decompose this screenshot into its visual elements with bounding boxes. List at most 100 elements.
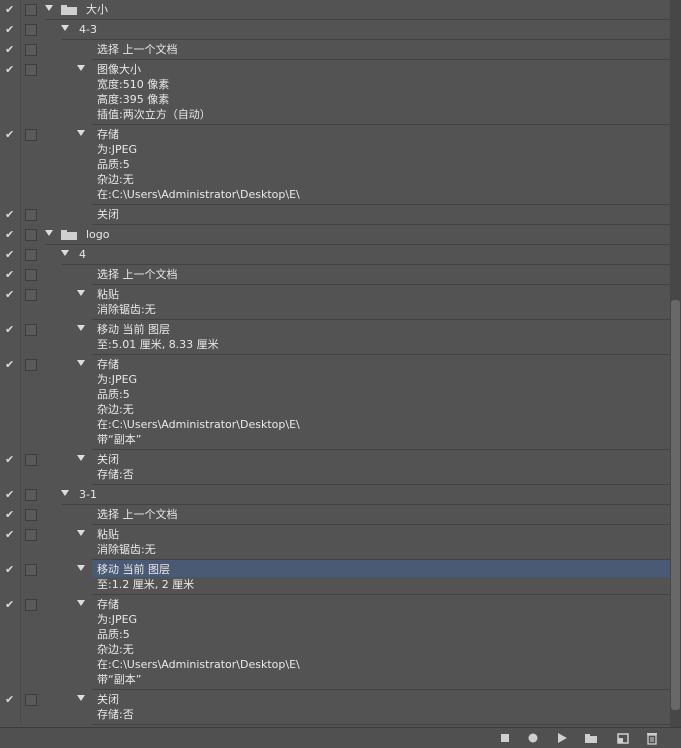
toggle-dialog-box[interactable] <box>25 209 37 221</box>
action-set-row[interactable]: ✔ 大小 <box>0 0 670 20</box>
toggle-dialog-box[interactable] <box>25 64 37 76</box>
toggle-item-checkmark-icon[interactable]: ✔ <box>5 249 14 261</box>
expand-triangle-icon[interactable] <box>77 600 85 606</box>
action-row[interactable]: ✔ 3-1 <box>0 485 670 505</box>
command-detail: 消除锯齿:无 <box>97 303 156 316</box>
stop-recording-button[interactable] <box>498 731 512 745</box>
toggle-dialog-box[interactable] <box>25 489 37 501</box>
command-row[interactable]: ✔ 存储 为:JPEG 品质:5 杂边:无 在:C:\Users\Administrato… <box>0 595 670 690</box>
toggle-dialog-box[interactable] <box>25 509 37 521</box>
toggle-item-checkmark-icon[interactable]: ✔ <box>5 359 14 371</box>
toggle-item-checkmark-icon[interactable]: ✔ <box>5 489 14 501</box>
expand-triangle-icon[interactable] <box>45 5 53 11</box>
action-set-row[interactable]: ✔ logo <box>0 225 670 245</box>
expand-triangle-icon[interactable] <box>77 530 85 536</box>
column-divider <box>20 320 21 355</box>
new-action-button[interactable] <box>616 731 630 745</box>
column-divider <box>20 265 21 285</box>
folder-icon <box>585 734 597 743</box>
record-button[interactable] <box>526 731 540 745</box>
command-detail: 插值:两次立方（自动） <box>97 108 211 121</box>
toggle-item-checkmark-icon[interactable]: ✔ <box>5 24 14 36</box>
expand-triangle-icon[interactable] <box>61 250 69 256</box>
command-detail: 杂边:无 <box>97 403 134 416</box>
expand-triangle-icon[interactable] <box>77 130 85 136</box>
action-row[interactable]: ✔ 4-3 <box>0 20 670 40</box>
toggle-item-checkmark-icon[interactable]: ✔ <box>5 509 14 521</box>
scrollbar-thumb[interactable] <box>671 300 680 710</box>
toggle-dialog-box[interactable] <box>25 44 37 56</box>
expand-triangle-icon[interactable] <box>77 290 85 296</box>
toggle-item-checkmark-icon[interactable]: ✔ <box>5 599 14 611</box>
command-row[interactable]: ✔ 关闭 存储:否 <box>0 450 670 485</box>
expand-triangle-icon[interactable] <box>77 455 85 461</box>
expand-triangle-icon[interactable] <box>77 695 85 701</box>
row-label: 存储 <box>97 598 119 611</box>
expand-triangle-icon[interactable] <box>45 230 53 236</box>
command-row[interactable]: ✔ 关闭 存储:否 <box>0 690 670 725</box>
toggle-item-checkmark-icon[interactable]: ✔ <box>5 44 14 56</box>
toggle-item-checkmark-icon[interactable]: ✔ <box>5 269 14 281</box>
play-icon <box>558 733 567 743</box>
toggle-dialog-box[interactable] <box>25 324 37 336</box>
command-detail: 宽度:510 像素 <box>97 78 170 91</box>
command-row[interactable]: ✔ 选择 上一个文档 <box>0 40 670 60</box>
toggle-dialog-box[interactable] <box>25 694 37 706</box>
toggle-dialog-box[interactable] <box>25 289 37 301</box>
command-detail: 存储:否 <box>97 468 134 481</box>
command-row[interactable]: ✔ 粘贴 消除锯齿:无 <box>0 525 670 560</box>
column-divider <box>20 125 21 205</box>
toggle-item-checkmark-icon[interactable]: ✔ <box>5 229 14 241</box>
row-label: 移动 当前 图层 <box>97 323 170 336</box>
row-label: 存储 <box>97 358 119 371</box>
command-row[interactable]: ✔ 关闭 <box>0 205 670 225</box>
command-detail: 品质:5 <box>97 388 130 401</box>
toggle-dialog-box[interactable] <box>25 529 37 541</box>
toggle-dialog-box[interactable] <box>25 599 37 611</box>
command-row[interactable]: ✔ 移动 当前 图层 至:5.01 厘米, 8.33 厘米 <box>0 320 670 355</box>
toggle-dialog-box[interactable] <box>25 454 37 466</box>
command-detail: 品质:5 <box>97 158 130 171</box>
toggle-dialog-box[interactable] <box>25 24 37 36</box>
toggle-item-checkmark-icon[interactable]: ✔ <box>5 129 14 141</box>
toggle-item-checkmark-icon[interactable]: ✔ <box>5 454 14 466</box>
command-row[interactable]: ✔ 存储 为:JPEG 品质:5 杂边:无 在:C:\Users\Administrato… <box>0 125 670 205</box>
expand-triangle-icon[interactable] <box>77 325 85 331</box>
command-row[interactable]: ✔ 存储 为:JPEG 品质:5 杂边:无 在:C:\Users\Administrato… <box>0 355 670 450</box>
toggle-dialog-box[interactable] <box>25 229 37 241</box>
command-row[interactable]: ✔ 移动 当前 图层 至:1.2 厘米, 2 厘米 <box>0 560 670 595</box>
toggle-dialog-box[interactable] <box>25 359 37 371</box>
command-row[interactable]: ✔ 选择 上一个文档 <box>0 505 670 525</box>
toggle-item-checkmark-icon[interactable]: ✔ <box>5 64 14 76</box>
command-row[interactable]: ✔ 粘贴 消除锯齿:无 <box>0 285 670 320</box>
toggle-dialog-box[interactable] <box>25 269 37 281</box>
toggle-dialog-box[interactable] <box>25 129 37 141</box>
toggle-item-checkmark-icon[interactable]: ✔ <box>5 694 14 706</box>
command-detail: 为:JPEG <box>97 613 138 626</box>
delete-button[interactable] <box>645 731 659 745</box>
toggle-item-checkmark-icon[interactable]: ✔ <box>5 289 14 301</box>
expand-triangle-icon[interactable] <box>77 65 85 71</box>
expand-triangle-icon[interactable] <box>77 565 85 571</box>
toggle-item-checkmark-icon[interactable]: ✔ <box>5 564 14 576</box>
command-row[interactable]: ✔ 图像大小 宽度:510 像素 高度:395 像素 插值:两次立方（自动） <box>0 60 670 125</box>
expand-triangle-icon[interactable] <box>61 25 69 31</box>
toggle-dialog-box[interactable] <box>25 4 37 16</box>
column-divider <box>20 560 21 595</box>
column-divider <box>20 0 21 20</box>
play-button[interactable] <box>555 731 569 745</box>
toggle-dialog-box[interactable] <box>25 564 37 576</box>
toggle-item-checkmark-icon[interactable]: ✔ <box>5 4 14 16</box>
toggle-dialog-box[interactable] <box>25 249 37 261</box>
expand-triangle-icon[interactable] <box>77 360 85 366</box>
command-detail: 品质:5 <box>97 628 130 641</box>
toggle-item-checkmark-icon[interactable]: ✔ <box>5 529 14 541</box>
new-set-button[interactable] <box>584 731 598 745</box>
toggle-item-checkmark-icon[interactable]: ✔ <box>5 209 14 221</box>
action-row[interactable]: ✔ 4 <box>0 245 670 265</box>
vertical-scrollbar[interactable] <box>670 0 681 727</box>
command-row[interactable]: ✔ 选择 上一个文档 <box>0 265 670 285</box>
new-item-icon <box>617 733 629 744</box>
toggle-item-checkmark-icon[interactable]: ✔ <box>5 324 14 336</box>
expand-triangle-icon[interactable] <box>61 490 69 496</box>
